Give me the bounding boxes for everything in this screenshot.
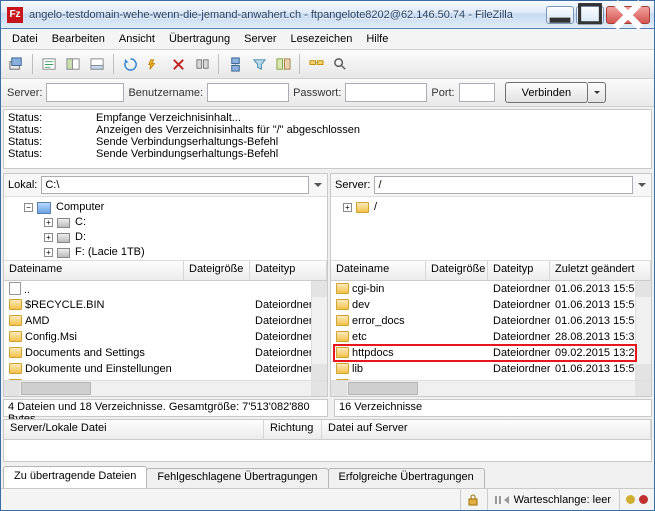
reconnect-icon[interactable] [224, 53, 246, 75]
local-list-header[interactable]: DateinameDateigrößeDateityp [4, 261, 327, 281]
scrollbar-v[interactable] [635, 281, 651, 380]
disconnect-icon[interactable] [191, 53, 213, 75]
toolbar [1, 49, 654, 79]
port-input[interactable] [459, 83, 495, 102]
local-label: Lokal: [8, 179, 37, 191]
local-tree[interactable]: −Computer +C: +D: +F: (Lacie 1TB) [4, 197, 327, 261]
chevron-down-icon[interactable] [313, 180, 323, 190]
local-list[interactable]: ..$RECYCLE.BINDateiordnerAMDDateiordnerC… [4, 281, 327, 380]
tab-failed[interactable]: Fehlgeschlagene Übertragungen [146, 468, 328, 488]
scrollbar-h[interactable] [331, 380, 651, 396]
toggle-log-icon[interactable] [38, 53, 60, 75]
maximize-button[interactable] [576, 6, 604, 24]
close-button[interactable] [606, 6, 650, 24]
site-manager-icon[interactable] [5, 53, 27, 75]
lock-icon [467, 494, 479, 506]
local-pane: Lokal: −Computer +C: +D: +F: (Lacie 1TB)… [3, 173, 328, 397]
quickconnect-bar: Server: Benutzername: Passwort: Port: Ve… [1, 79, 654, 107]
scrollbar-v[interactable] [311, 281, 327, 380]
window: Fz angelo-testdomain-wehe-wenn-die-jeman… [0, 0, 655, 511]
tab-success[interactable]: Erfolgreiche Übertragungen [328, 468, 485, 488]
transfer-queue: Server/Lokale DateiRichtungDatei auf Ser… [3, 419, 652, 462]
remote-tree[interactable]: +/ [331, 197, 651, 261]
list-item[interactable]: cgi-binDateiordner01.06.2013 15:51:57 [331, 281, 651, 297]
app-icon: Fz [7, 7, 23, 23]
list-item[interactable]: error_docsDateiordner01.06.2013 15:51:57 [331, 313, 651, 329]
server-label: Server: [7, 87, 42, 99]
list-item[interactable]: Config.MsiDateiordner [4, 329, 327, 345]
remote-pane: Server: +/ DateinameDateigrößeDateitypZu… [330, 173, 652, 397]
compare-icon[interactable] [272, 53, 294, 75]
list-item[interactable]: libDateiordner01.06.2013 15:51:57 [331, 361, 651, 377]
list-item[interactable]: AMDDateiordner [4, 313, 327, 329]
local-path-input[interactable] [41, 176, 309, 194]
remote-list[interactable]: cgi-binDateiordner01.06.2013 15:51:57dev… [331, 281, 651, 380]
list-item[interactable]: httpdocsDateiordner09.02.2015 13:21:32 [331, 345, 651, 361]
list-item[interactable]: Dokumente und EinstellungenDateiordner [4, 361, 327, 377]
menu-bearbeiten[interactable]: Bearbeiten [45, 31, 112, 47]
remote-path-input[interactable] [374, 176, 633, 194]
toggle-tree-icon[interactable] [62, 53, 84, 75]
pass-label: Passwort: [293, 87, 341, 99]
connect-dropdown[interactable] [588, 82, 606, 103]
titlebar[interactable]: Fz angelo-testdomain-wehe-wenn-die-jeman… [1, 1, 654, 29]
list-item[interactable]: Documents and SettingsDateiordner [4, 345, 327, 361]
list-item[interactable]: etcDateiordner28.08.2013 15:39:18 [331, 329, 651, 345]
filter-icon[interactable] [248, 53, 270, 75]
menu-server[interactable]: Server [237, 31, 283, 47]
log-label: Status: [8, 112, 96, 124]
search-icon[interactable] [329, 53, 351, 75]
menu-datei[interactable]: Datei [5, 31, 45, 47]
menu-hilfe[interactable]: Hilfe [359, 31, 395, 47]
connect-button[interactable]: Verbinden [505, 82, 589, 103]
chevron-down-icon[interactable] [637, 180, 647, 190]
toggle-queue-icon[interactable] [86, 53, 108, 75]
process-queue-icon[interactable] [143, 53, 165, 75]
user-input[interactable] [207, 83, 289, 102]
menu-uebertragung[interactable]: Übertragung [162, 31, 237, 47]
user-label: Benutzername: [128, 87, 203, 99]
sync-browse-icon[interactable] [305, 53, 327, 75]
status-dot-icon [639, 495, 648, 504]
tab-queued[interactable]: Zu übertragende Dateien [3, 466, 147, 488]
list-item[interactable]: .. [4, 281, 327, 297]
queue-indicator-icon [494, 494, 510, 506]
list-item[interactable]: IntelDateiordner [4, 377, 327, 380]
refresh-icon[interactable] [119, 53, 141, 75]
statusbar: Warteschlange: leer [1, 488, 654, 510]
remote-status: 16 Verzeichnisse [334, 399, 652, 417]
message-log[interactable]: Status:Empfange Verzeichnisinhalt... Sta… [3, 109, 652, 169]
menubar: Datei Bearbeiten Ansicht Übertragung Ser… [1, 29, 654, 49]
remote-label: Server: [335, 179, 370, 191]
status-dot-icon [626, 495, 635, 504]
pass-input[interactable] [345, 83, 427, 102]
menu-ansicht[interactable]: Ansicht [112, 31, 162, 47]
server-input[interactable] [46, 83, 124, 102]
window-title: angelo-testdomain-wehe-wenn-die-jemand-a… [29, 9, 544, 21]
local-status: 4 Dateien und 18 Verzeichnisse. Gesamtgr… [3, 399, 328, 417]
list-item[interactable]: $RECYCLE.BINDateiordner [4, 297, 327, 313]
list-item[interactable]: lib64Dateiordner01.06.2013 15:51:57 [331, 377, 651, 380]
scrollbar-h[interactable] [4, 380, 327, 396]
menu-lesezeichen[interactable]: Lesezeichen [284, 31, 360, 47]
cancel-icon[interactable] [167, 53, 189, 75]
queue-tabs: Zu übertragende Dateien Fehlgeschlagene … [3, 466, 652, 488]
minimize-button[interactable] [546, 6, 574, 24]
port-label: Port: [431, 87, 454, 99]
list-item[interactable]: devDateiordner01.06.2013 15:51:57 [331, 297, 651, 313]
remote-list-header[interactable]: DateinameDateigrößeDateitypZuletzt geänd… [331, 261, 651, 281]
